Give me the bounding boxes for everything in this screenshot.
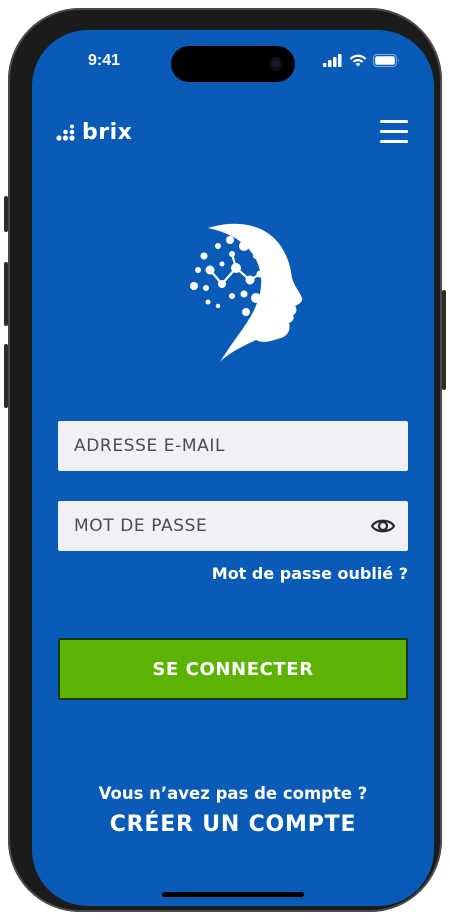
password-field[interactable]: MOT DE PASSE — [58, 501, 408, 551]
phone-frame: 9:41 brix ADRESSE E-MAIL MOT DE PASSE Mo… — [8, 8, 442, 912]
wifi-icon — [349, 54, 367, 67]
home-indicator[interactable] — [162, 892, 304, 897]
login-button-label: SE CONNECTER — [152, 658, 314, 680]
no-account-text: Vous n’avez pas de compte ? — [98, 784, 368, 803]
battery-icon — [373, 54, 399, 67]
brain-network-head-icon — [190, 223, 303, 362]
login-button[interactable]: SE CONNECTER — [58, 638, 408, 700]
email-placeholder: ADRESSE E-MAIL — [74, 436, 226, 456]
brand-logo[interactable]: brix — [56, 120, 132, 145]
dots-logo-icon — [56, 124, 75, 141]
camera-icon — [269, 57, 283, 71]
app-screen: 9:41 brix ADRESSE E-MAIL MOT DE PASSE Mo… — [32, 30, 434, 906]
password-placeholder: MOT DE PASSE — [74, 516, 208, 536]
forgot-password-link[interactable]: Mot de passe oublié ? — [212, 564, 408, 583]
hamburger-menu-icon[interactable] — [380, 120, 408, 144]
email-field[interactable]: ADRESSE E-MAIL — [58, 421, 408, 471]
brand-name: brix — [82, 120, 133, 145]
dynamic-island — [171, 46, 295, 82]
eye-icon[interactable] — [370, 514, 396, 538]
status-time: 9:41 — [88, 52, 121, 69]
power-button[interactable] — [442, 290, 446, 390]
create-account-link[interactable]: CRÉER UN COMPTE — [32, 812, 434, 837]
status-icons — [323, 54, 400, 67]
cellular-signal-icon — [323, 54, 342, 67]
